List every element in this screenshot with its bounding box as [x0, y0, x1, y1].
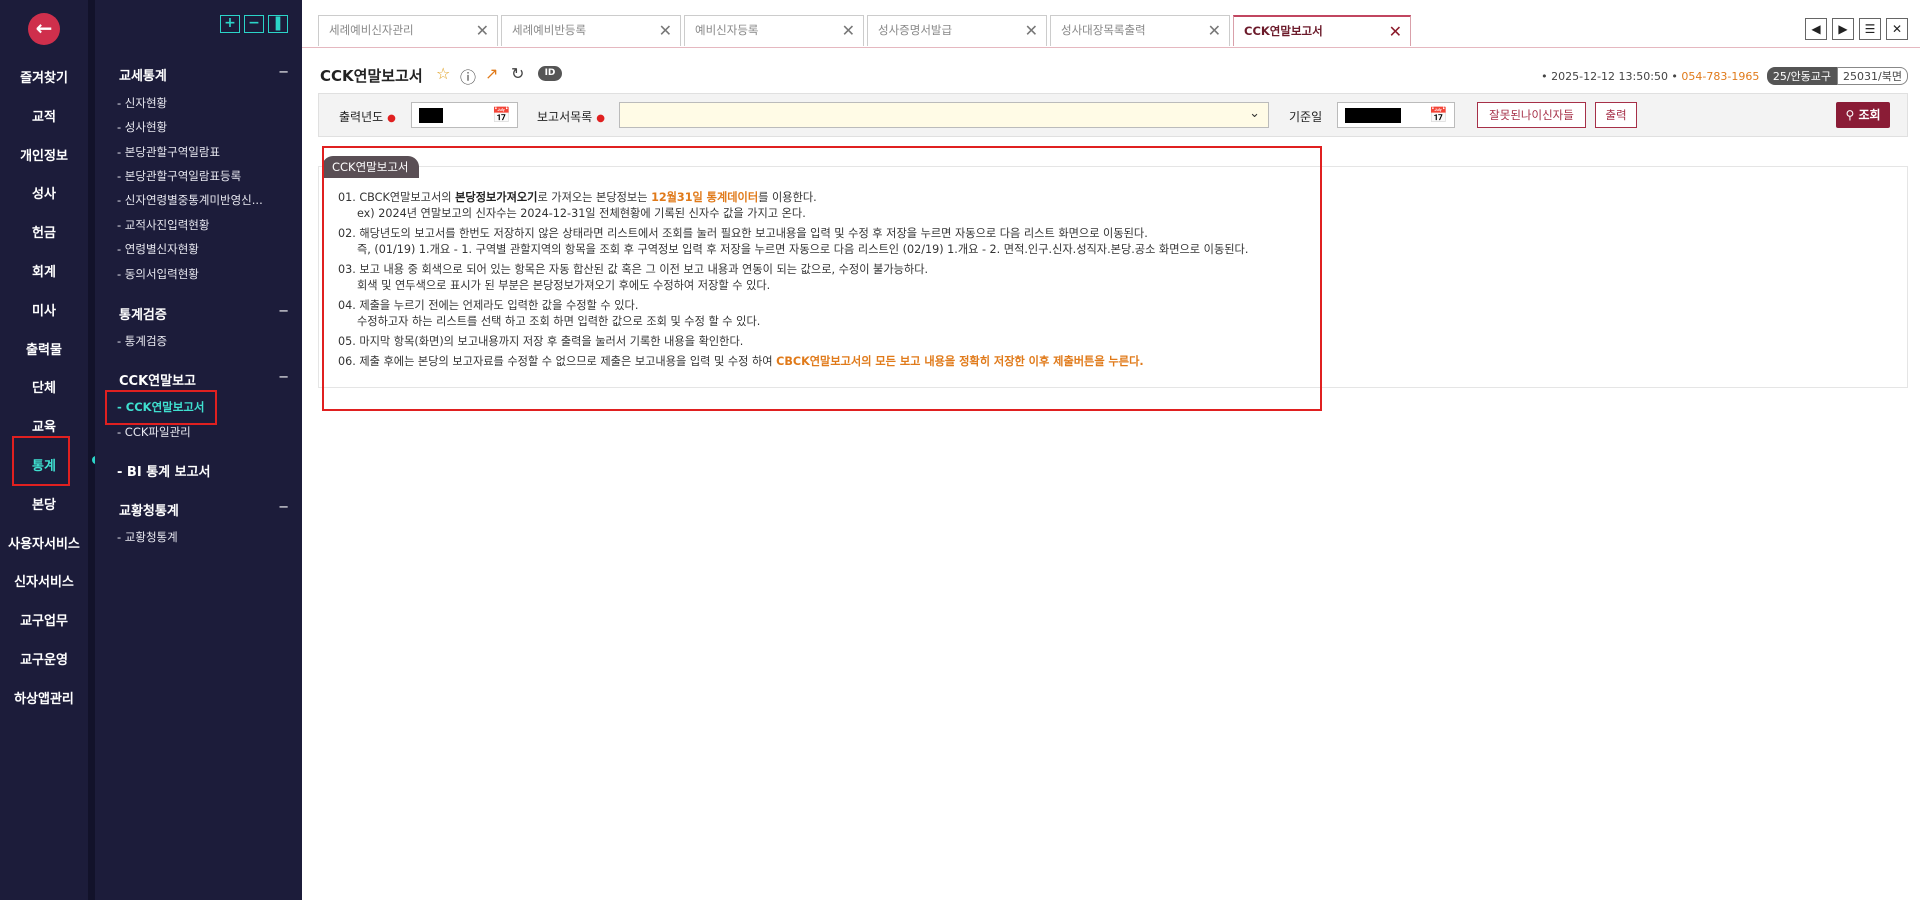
collapse-icon[interactable]: − — [278, 304, 289, 319]
tab-certificate[interactable]: 성사증명서발급 ✕ — [867, 15, 1047, 46]
search-bar: 출력년도 ● 📅 보고서목록 ● ⌄ 기준일 📅 잘못된나이신자들 출력 ⚲ 조회 — [318, 93, 1908, 137]
nav-item-parish[interactable]: 본당 — [0, 487, 88, 526]
tab-baptism-class[interactable]: 세례예비반등록 ✕ — [501, 15, 681, 46]
nav-item-personal[interactable]: 개인정보 — [0, 138, 88, 177]
note-02: 02. 해당년도의 보고서를 한번도 저장하지 않은 상태라면 리스트에서 조회… — [338, 227, 1249, 256]
note-03: 03. 보고 내용 중 회색으로 되어 있는 항목은 자동 합산된 값 혹은 그… — [338, 263, 929, 292]
status-bar: • 2025-12-12 13:50:50 • 054-783-1965 25/… — [1541, 67, 1908, 85]
nav-item-hasang-app[interactable]: 하상앱관리 — [0, 681, 88, 720]
collapse-all-icon[interactable]: − — [244, 15, 264, 33]
year-input[interactable]: 📅 — [411, 102, 518, 128]
nav-separator — [88, 0, 95, 900]
sub-item-cck-files[interactable]: - CCK파일관리 — [117, 424, 191, 440]
section-title-bi[interactable]: - BI 통계 보고서 — [117, 461, 211, 480]
tab-menu-icon[interactable]: ☰ — [1859, 18, 1881, 40]
masked-value — [1345, 108, 1401, 123]
id-badge[interactable]: ID — [538, 66, 562, 81]
nav-item-accounting[interactable]: 회계 — [0, 254, 88, 293]
datetime: • 2025-12-12 13:50:50 • — [1541, 70, 1678, 83]
tab-prev-icon[interactable]: ◀ — [1805, 18, 1827, 40]
calendar-icon[interactable]: 📅 — [492, 106, 511, 124]
highlight-box-statistics — [12, 436, 70, 486]
nav-item-mass[interactable]: 미사 — [0, 293, 88, 332]
close-icon[interactable]: ✕ — [1025, 16, 1038, 45]
nav-item-diocese-ops[interactable]: 교구운영 — [0, 642, 88, 681]
report-list-select[interactable]: ⌄ — [619, 102, 1269, 128]
help-icon[interactable]: ⓘ — [460, 64, 476, 88]
nav-item-registry[interactable]: 교적 — [0, 99, 88, 138]
tab-next-icon[interactable]: ▶ — [1832, 18, 1854, 40]
highlight-box-cck-report — [105, 390, 217, 425]
tab-ledger-print[interactable]: 성사대장목록출력 ✕ — [1050, 15, 1230, 46]
main-content: 세례예비신자관리 ✕ 세례예비반등록 ✕ 예비신자등록 ✕ 성사증명서발급 ✕ 성사대장… — [302, 0, 1920, 900]
masked-value — [419, 108, 443, 123]
close-icon[interactable]: ✕ — [659, 16, 672, 45]
close-icon[interactable]: ✕ — [476, 16, 489, 45]
sub-nav: + − ❚ 교세통계 − - 신자현황 - 성사현황 - 본당관할구역일람표 - … — [95, 0, 302, 900]
print-button[interactable]: 출력 — [1595, 102, 1637, 128]
section-title-verify[interactable]: 통계검증 − — [119, 304, 289, 323]
base-date-input[interactable]: 📅 — [1337, 102, 1455, 128]
nav-item-user-service[interactable]: 사용자서비스 — [0, 526, 88, 565]
search-icon: ⚲ — [1845, 108, 1855, 122]
code-badge: 25031/북면 — [1837, 67, 1908, 85]
star-icon[interactable]: ☆ — [436, 64, 450, 83]
page-title: CCK연말보고서 — [320, 67, 423, 85]
calendar-icon[interactable]: 📅 — [1429, 106, 1448, 124]
base-date-label: 기준일 — [1289, 110, 1323, 124]
note-01: 01. CBCK연말보고서의 본당정보가져오기로 가져오는 본당정보는 12월3… — [338, 191, 817, 220]
note-04: 04. 제출을 누르기 전에는 언제라도 입력한 값을 수정할 수 있다. 수정… — [338, 299, 761, 328]
tab-baptism-candidates[interactable]: 세례예비신자관리 ✕ — [318, 15, 498, 46]
sub-item-verify[interactable]: - 통계검증 — [117, 333, 167, 349]
expand-all-icon[interactable]: + — [220, 15, 240, 33]
nav-item-groups[interactable]: 단체 — [0, 370, 88, 409]
refresh-icon[interactable]: ↻ — [511, 64, 524, 83]
sub-nav-tools: + − ❚ — [220, 15, 288, 33]
sub-item-consent[interactable]: - 동의서입력현황 — [117, 266, 199, 282]
sub-item-photo-input[interactable]: - 교적사진입력현황 — [117, 217, 209, 233]
parish-badge: 25/안동교구 — [1766, 67, 1838, 85]
tab-cck-report[interactable]: CCK연말보고서 ✕ — [1233, 15, 1411, 46]
sub-item-parish-area[interactable]: - 본당관할구역일람표 — [117, 144, 220, 160]
collapse-icon[interactable]: − — [278, 65, 289, 80]
report-list-label: 보고서목록 ● — [537, 110, 605, 124]
main-nav: ← 즐겨찾기 교적 개인정보 성사 헌금 회계 미사 출력물 단체 교육 통계 … — [0, 0, 88, 900]
nav-item-donation[interactable]: 헌금 — [0, 215, 88, 254]
nav-item-favorites[interactable]: 즐겨찾기 — [0, 60, 88, 99]
tab-candidate-register[interactable]: 예비신자등록 ✕ — [684, 15, 864, 46]
nav-item-member-service[interactable]: 신자서비스 — [0, 564, 88, 603]
note-05: 05. 마지막 항목(화면)의 보고내용까지 저장 후 출력을 눌러서 기록한 … — [338, 335, 744, 348]
phone: 054-783-1965 — [1681, 70, 1760, 83]
section-title-vatican[interactable]: 교황청통계 − — [119, 500, 289, 519]
back-arrow-icon[interactable]: ← — [28, 13, 60, 45]
external-link-icon[interactable]: ↗ — [485, 64, 498, 83]
sub-item-age-members[interactable]: - 연령별신자현황 — [117, 241, 199, 257]
collapse-icon[interactable]: − — [278, 370, 289, 385]
search-button[interactable]: ⚲ 조회 — [1836, 102, 1890, 128]
wrong-age-button[interactable]: 잘못된나이신자들 — [1477, 102, 1586, 128]
sub-item-sacraments[interactable]: - 성사현황 — [117, 119, 167, 135]
pin-icon[interactable]: ❚ — [268, 15, 288, 33]
close-icon[interactable]: ✕ — [842, 16, 855, 45]
close-icon[interactable]: ✕ — [1389, 17, 1402, 46]
year-label: 출력년도 ● — [339, 110, 396, 124]
notes-list: 01. CBCK연말보고서의 본당정보가져오기로 가져오는 본당정보는 12월3… — [338, 190, 1338, 374]
chevron-down-icon: ⌄ — [1249, 106, 1260, 121]
sub-item-members[interactable]: - 신자현황 — [117, 95, 167, 111]
collapse-icon[interactable]: − — [278, 500, 289, 515]
section-title-church-stats[interactable]: 교세통계 − — [119, 65, 289, 84]
nav-item-diocese-work[interactable]: 교구업무 — [0, 603, 88, 642]
section-title-cck[interactable]: CCK연말보고 − — [119, 370, 289, 389]
note-06: 06. 제출 후에는 본당의 보고자료를 수정할 수 없으므로 제출은 보고내용… — [338, 355, 1144, 368]
close-icon[interactable]: ✕ — [1208, 16, 1221, 45]
tab-bar: 세례예비신자관리 ✕ 세례예비반등록 ✕ 예비신자등록 ✕ 성사증명서발급 ✕ 성사대장… — [302, 0, 1920, 48]
sub-item-parish-area-register[interactable]: - 본당관할구역일람표등록 — [117, 168, 241, 184]
tab-close-all-icon[interactable]: ✕ — [1886, 18, 1908, 40]
sub-item-age-unreflected[interactable]: - 신자연령별중통계미반영신... — [117, 192, 263, 208]
nav-item-prints[interactable]: 출력물 — [0, 332, 88, 371]
nav-item-sacraments[interactable]: 성사 — [0, 176, 88, 215]
sub-item-vatican[interactable]: - 교황청통계 — [117, 529, 178, 545]
